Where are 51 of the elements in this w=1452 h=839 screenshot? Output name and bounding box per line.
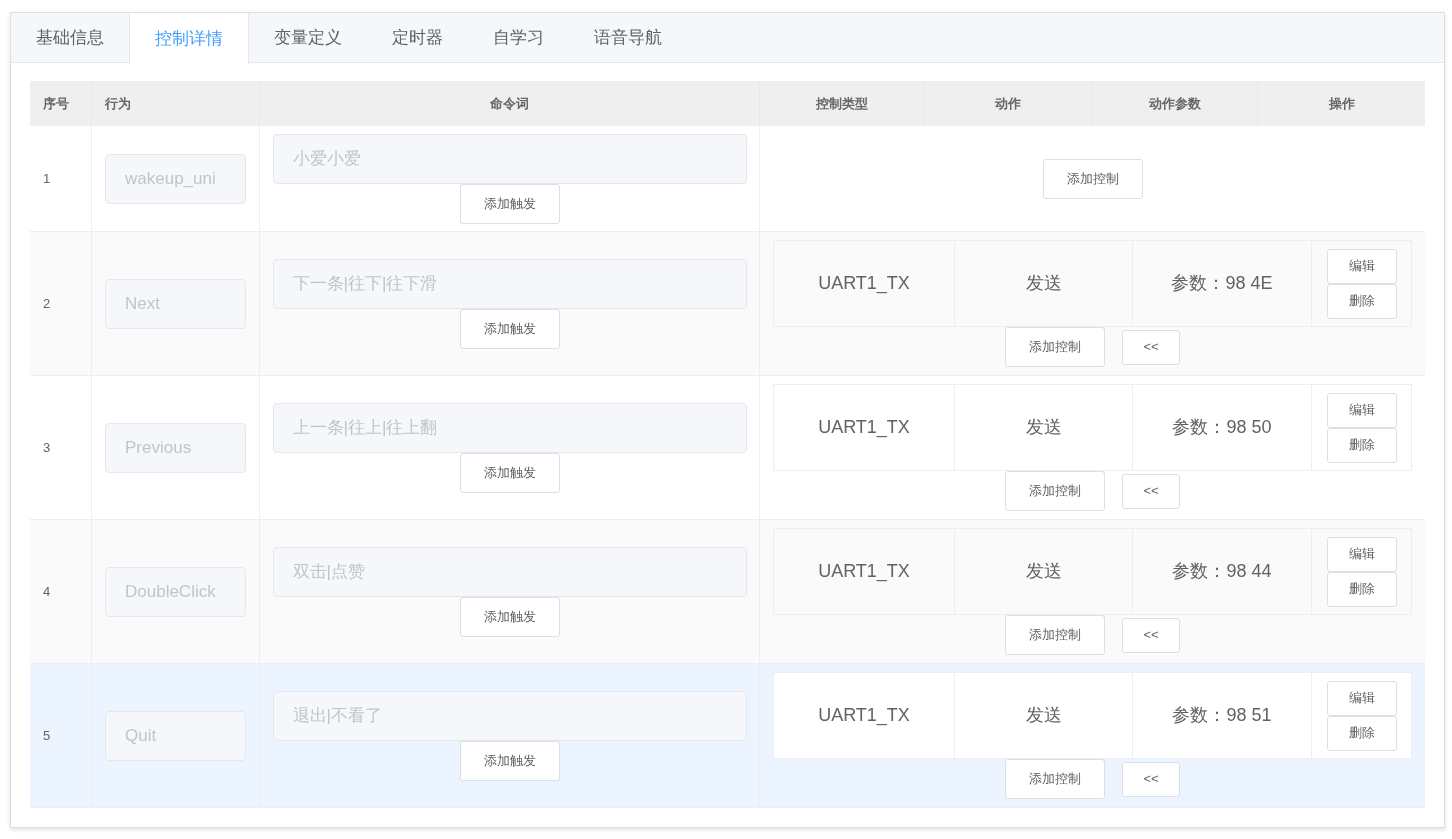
delete-button[interactable]: 删除 bbox=[1326, 283, 1397, 319]
delete-button[interactable]: 删除 bbox=[1326, 427, 1397, 463]
add-trigger-button[interactable]: 添加触发 bbox=[459, 183, 560, 224]
table-cell-text: 发送 bbox=[1025, 560, 1062, 583]
add-control-button[interactable]: 添加控制 bbox=[1005, 615, 1105, 655]
table-cell-text: UART1_TX bbox=[818, 272, 910, 296]
tab[interactable]: 语音导航 bbox=[569, 13, 687, 63]
column-header: 动作参数 bbox=[1148, 94, 1201, 113]
tab[interactable]: 定时器 bbox=[367, 13, 468, 63]
table-cell-text: 发送 bbox=[1025, 704, 1062, 727]
row-number: 5 bbox=[43, 726, 51, 745]
tab[interactable]: 自学习 bbox=[468, 13, 569, 63]
add-trigger-button[interactable]: 添加触发 bbox=[459, 596, 560, 637]
row-number: 3 bbox=[43, 438, 51, 457]
edit-button[interactable]: 编辑 bbox=[1326, 248, 1397, 284]
table-cell-text: 发送 bbox=[1025, 272, 1062, 295]
edit-button[interactable]: 编辑 bbox=[1326, 680, 1397, 716]
column-header: 操作 bbox=[1328, 94, 1355, 113]
table-cell-text: 参数：98 44 bbox=[1172, 560, 1272, 583]
column-header: 行为 bbox=[105, 94, 131, 113]
collapse-button[interactable]: << bbox=[1122, 473, 1180, 509]
table-cell-text: UART1_TX bbox=[818, 416, 910, 440]
tab[interactable]: 变量定义 bbox=[249, 13, 367, 63]
add-control-button[interactable]: 添加控制 bbox=[1005, 471, 1105, 511]
edit-button[interactable]: 编辑 bbox=[1326, 392, 1397, 428]
add-trigger-button[interactable]: 添加触发 bbox=[459, 740, 560, 781]
column-header: 动作 bbox=[995, 94, 1021, 113]
table-cell-text: 参数：98 51 bbox=[1172, 704, 1272, 727]
row-number: 1 bbox=[43, 169, 51, 188]
add-control-button[interactable]: 添加控制 bbox=[1005, 327, 1105, 367]
row-number: 2 bbox=[43, 294, 51, 313]
edit-button[interactable]: 编辑 bbox=[1326, 536, 1397, 572]
row-number: 4 bbox=[43, 582, 51, 601]
column-header: 命令词 bbox=[490, 94, 529, 113]
table-cell-text: UART1_TX bbox=[818, 704, 910, 728]
table-cell-text: 参数：98 4E bbox=[1171, 272, 1273, 295]
collapse-button[interactable]: << bbox=[1122, 617, 1180, 653]
delete-button[interactable]: 删除 bbox=[1326, 571, 1397, 607]
table-cell-text: UART1_TX bbox=[818, 560, 910, 584]
delete-button[interactable]: 删除 bbox=[1326, 715, 1397, 751]
add-control-button[interactable]: 添加控制 bbox=[1042, 158, 1143, 199]
add-trigger-button[interactable]: 添加触发 bbox=[459, 308, 560, 349]
collapse-button[interactable]: << bbox=[1122, 761, 1180, 797]
column-header: 序号 bbox=[43, 94, 69, 113]
column-header: 控制类型 bbox=[816, 94, 868, 113]
add-trigger-button[interactable]: 添加触发 bbox=[459, 452, 560, 493]
collapse-button[interactable]: << bbox=[1122, 329, 1180, 365]
tab[interactable]: 基础信息 bbox=[11, 13, 129, 63]
table-cell-text: 参数：98 50 bbox=[1172, 416, 1272, 439]
add-control-button[interactable]: 添加控制 bbox=[1005, 759, 1105, 799]
table-cell-text: 发送 bbox=[1025, 416, 1062, 439]
